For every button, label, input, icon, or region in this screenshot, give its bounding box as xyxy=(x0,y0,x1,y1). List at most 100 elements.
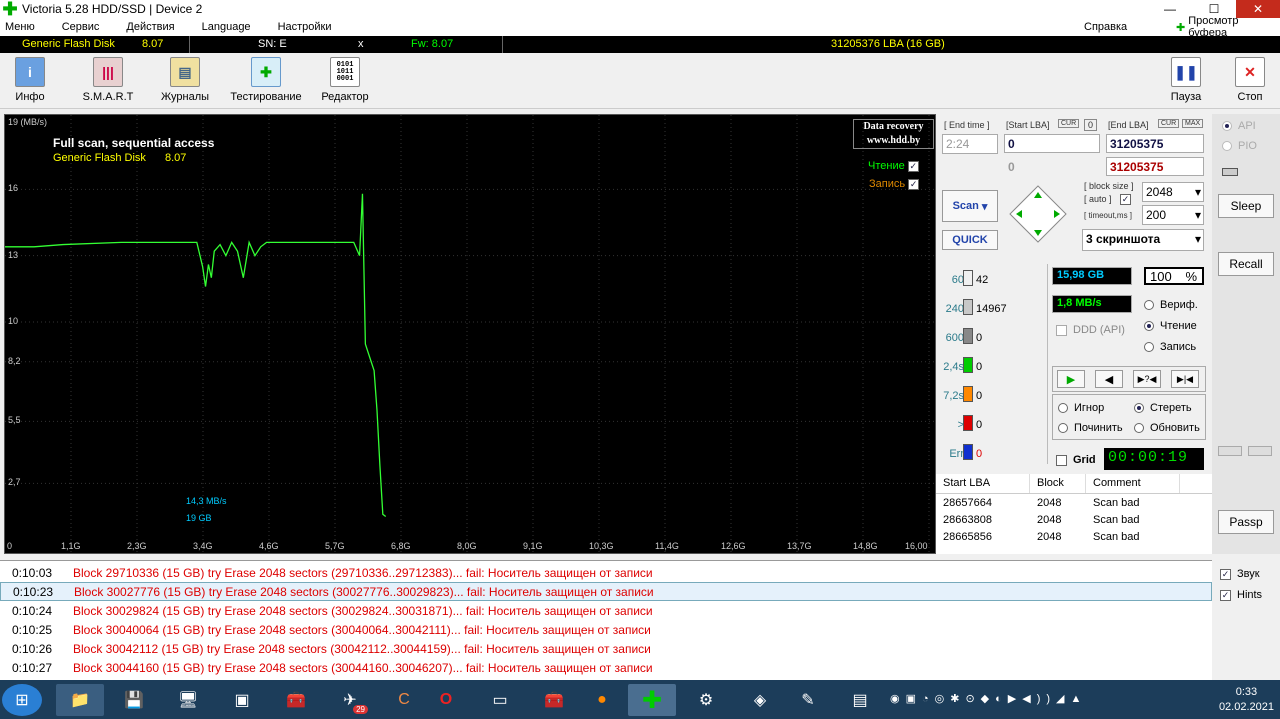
counter-swatch xyxy=(963,357,973,373)
quick-button[interactable]: QUICK xyxy=(942,230,998,250)
col-start-lba[interactable]: Start LBA xyxy=(936,474,1030,493)
pause-button[interactable]: ❚❚ Пауза xyxy=(1150,57,1222,107)
cur-button[interactable]: CUR xyxy=(1058,119,1080,128)
clock[interactable]: 0:33 02.02.2021 xyxy=(1219,685,1274,715)
opera-icon[interactable]: O xyxy=(422,684,470,716)
tools-icon[interactable]: ✎ xyxy=(784,684,832,716)
read-checkbox[interactable]: ✓ xyxy=(907,161,919,172)
read-legend[interactable]: Чтение ✓ xyxy=(868,160,919,172)
log-entry[interactable]: 0:10:27 Block 30044160 (15 GB) try Erase … xyxy=(0,658,1212,677)
block-size-label: [ block size ] xyxy=(1084,181,1134,191)
table-row[interactable]: 28657664 2048 Scan bad xyxy=(936,494,1212,511)
block-size-select[interactable]: 2048 ▾ xyxy=(1142,182,1204,202)
end-time-field[interactable]: 2:24 xyxy=(942,134,998,154)
end-lba-field[interactable]: 31205375 xyxy=(1106,134,1204,153)
firefox-icon[interactable]: ● xyxy=(578,684,626,716)
menu-item-service[interactable]: Сервис xyxy=(57,21,100,33)
sound-checkbox[interactable]: ✓ Звук xyxy=(1220,568,1260,580)
logs-button[interactable]: ▤ Журналы xyxy=(149,57,221,107)
stop-button[interactable]: ✕ Стоп xyxy=(1214,57,1280,107)
telegram-icon[interactable]: ✈ 29 xyxy=(326,684,374,716)
log-entry[interactable]: 0:10:24 Block 30029824 (15 GB) try Erase … xyxy=(0,601,1212,620)
max-button[interactable]: MAX xyxy=(1182,119,1204,128)
sleep-button[interactable]: Sleep xyxy=(1218,194,1274,218)
erase-radio[interactable]: Стереть xyxy=(1134,402,1192,414)
col-block[interactable]: Block xyxy=(1030,474,1086,493)
editor-icon: 0101 1011 0001 xyxy=(330,57,360,87)
jump-unknown-button[interactable]: ▶?◀ xyxy=(1133,370,1161,388)
scan-button[interactable]: Scan ▾ xyxy=(942,190,998,222)
ddd-api-checkbox[interactable]: DDD (API) xyxy=(1056,324,1125,336)
y-tick-label: 5,5 xyxy=(8,415,21,426)
write-radio[interactable]: Запись xyxy=(1144,341,1196,353)
log-entry[interactable]: 0:10:23 Block 30027776 (15 GB) try Erase … xyxy=(0,582,1212,601)
col-comment[interactable]: Comment xyxy=(1086,474,1180,493)
menu-item-help[interactable]: Справка xyxy=(1084,18,1127,36)
network-icon[interactable]: ⚙ xyxy=(682,684,730,716)
monitor-icon[interactable]: ▣ xyxy=(218,684,266,716)
direction-pad[interactable] xyxy=(1008,184,1068,244)
zero-button[interactable]: 0 xyxy=(1084,119,1098,131)
play-backward-button[interactable]: ◀ xyxy=(1095,370,1123,388)
toolbox2-icon[interactable]: 🧰 xyxy=(530,684,578,716)
start-button[interactable]: ⊞ xyxy=(2,684,42,716)
display-icon[interactable]: ▤ xyxy=(836,684,884,716)
counter-value: 0 xyxy=(976,448,983,460)
minimize-button[interactable]: — xyxy=(1148,0,1192,18)
verify-radio[interactable]: Вериф. xyxy=(1144,299,1198,311)
recall-button[interactable]: Recall xyxy=(1218,252,1274,276)
menu-item-actions[interactable]: Действия xyxy=(121,21,174,33)
victoria-icon[interactable]: ✚ xyxy=(628,684,676,716)
counter-value: 0 xyxy=(976,361,983,373)
log-entry[interactable]: 0:10:26 Block 30042112 (15 GB) try Erase … xyxy=(0,639,1212,658)
ignore-radio[interactable]: Игнор xyxy=(1058,402,1104,414)
floppy-icon[interactable]: 💾 xyxy=(110,684,158,716)
brand-label: Data recovery www.hdd.by xyxy=(853,119,934,149)
clipboard-viewer-button[interactable]: ✚ Просмотр буфера xyxy=(1176,15,1280,39)
write-legend[interactable]: Запись ✓ xyxy=(869,178,920,190)
table-row[interactable]: 28663808 2048 Scan bad xyxy=(936,511,1212,528)
system-icon[interactable]: ◈ xyxy=(736,684,784,716)
counter-swatch xyxy=(963,328,973,344)
timeout-select[interactable]: 200 ▾ xyxy=(1142,205,1204,225)
log-entry[interactable]: 0:10:25 Block 30040064 (15 GB) try Erase … xyxy=(0,620,1212,639)
smart-button[interactable]: ||| S.M.A.R.T xyxy=(72,57,144,107)
computer-icon[interactable]: 🖥 xyxy=(164,684,212,716)
hints-checkbox[interactable]: ✓ Hints xyxy=(1220,589,1262,601)
menu-item-main[interactable]: Меню xyxy=(0,21,35,33)
grid-checkbox[interactable]: Grid xyxy=(1056,454,1096,466)
read-radio[interactable]: Чтение xyxy=(1144,320,1197,332)
skip-to-end-button[interactable]: ▶|◀ xyxy=(1171,370,1199,388)
explorer-icon[interactable]: 📁 xyxy=(56,684,104,716)
start-lba-field[interactable]: 0 xyxy=(1004,134,1100,153)
mode-select[interactable]: 3 скриншота ▾ xyxy=(1082,229,1204,251)
refresh-radio[interactable]: Обновить xyxy=(1134,422,1200,434)
write-checkbox[interactable]: ✓ xyxy=(908,179,920,190)
ccleaner-icon[interactable]: C xyxy=(380,684,428,716)
passp-button[interactable]: Passp xyxy=(1218,510,1274,534)
info-button[interactable]: i Инфо xyxy=(0,57,66,107)
x-tick-label: 6,8G xyxy=(391,541,411,551)
y-tick-label: 2,7 xyxy=(8,477,21,488)
testing-button[interactable]: ✚ Тестирование xyxy=(230,57,302,107)
tray-icons[interactable]: ◉▣◔◎✱⊙◆◐▶◀))◢▲ xyxy=(890,692,1087,705)
x-tick-label: 16,00 xyxy=(905,541,928,551)
play-forward-button[interactable]: ▶ xyxy=(1057,370,1085,388)
api-radio[interactable]: API xyxy=(1222,120,1256,132)
pio-radio[interactable]: PIO xyxy=(1222,140,1257,152)
log-entry[interactable]: 0:10:03 Block 29710336 (15 GB) try Erase … xyxy=(0,563,1212,582)
counter-label: 7,2s xyxy=(943,390,964,402)
usb-icon[interactable]: ▭ xyxy=(476,684,524,716)
auto-checkbox[interactable]: ✓ xyxy=(1120,194,1131,205)
menu-item-language[interactable]: Language xyxy=(197,21,251,33)
counter-value: 0 xyxy=(976,332,983,344)
close-device-icon[interactable]: x xyxy=(358,38,364,50)
menu-item-settings[interactable]: Настройки xyxy=(273,21,332,33)
playback-controls: ▶ ◀ ▶?◀ ▶|◀ xyxy=(1052,366,1206,392)
table-row[interactable]: 28665856 2048 Scan bad xyxy=(936,528,1212,545)
toolbox-icon[interactable]: 🧰 xyxy=(272,684,320,716)
x-tick-label: 5,7G xyxy=(325,541,345,551)
cur-end-button[interactable]: CUR xyxy=(1158,119,1180,128)
repair-radio[interactable]: Починить xyxy=(1058,422,1123,434)
editor-button[interactable]: 0101 1011 0001 Редактор xyxy=(309,57,381,107)
